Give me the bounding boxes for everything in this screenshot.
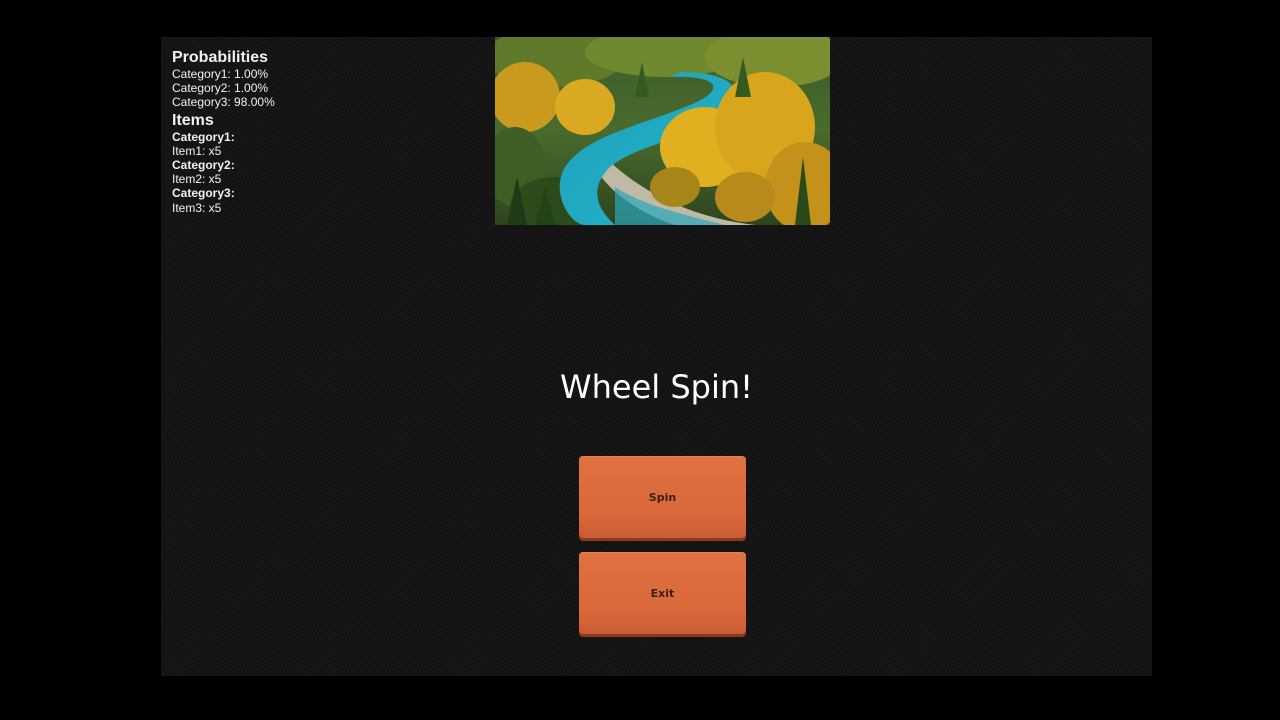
probability-line-category3: Category3: 98.00% [172, 95, 275, 110]
items-category2-item: Item2: x5 [172, 172, 222, 187]
info-panel: Probabilities Category1: 1.00% Category2… [172, 49, 472, 215]
exit-button[interactable]: Exit [579, 552, 746, 634]
items-category1-label: Category1: [172, 129, 235, 144]
game-stage: Probabilities Category1: 1.00% Category2… [161, 37, 1152, 676]
items-category1-item: Item1: x5 [172, 143, 222, 158]
autumn-river-landscape-icon [495, 37, 830, 225]
items-category3-item: Item3: x5 [172, 200, 222, 215]
probability-line-category1: Category1: 1.00% [172, 67, 269, 81]
probability-line-category2: Category2: 1.00% [172, 81, 269, 96]
items-category3-label: Category3: [172, 186, 235, 201]
spin-button[interactable]: Spin [579, 456, 746, 538]
autumn-river-banner-image [495, 37, 830, 225]
game-title: Wheel Spin! [560, 368, 753, 406]
items-category2-label: Category2: [172, 158, 235, 173]
items-heading: Items [172, 111, 214, 129]
probabilities-heading: Probabilities [172, 49, 269, 66]
